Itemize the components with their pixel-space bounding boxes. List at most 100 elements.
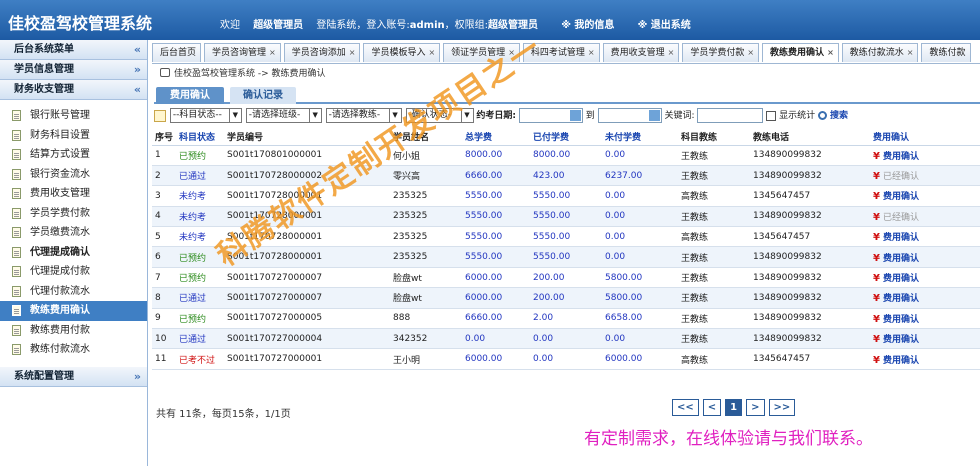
close-icon[interactable]: × [588,48,595,57]
tab-consult-manage[interactable]: 学员咨询管理 × [204,43,281,62]
confirm-fee-link[interactable]: 费用确认 [883,356,919,366]
logout-link[interactable]: ※ 退出系统 [638,20,691,31]
page-summary: 共有 11条，每页15条，1/1页 [156,409,291,420]
last-page-button[interactable]: >> [768,399,796,416]
exam-date-label: 约考日期: [476,111,516,121]
cell-unpaid: 0.00 [602,185,678,207]
close-icon[interactable]: × [668,48,675,57]
close-icon[interactable]: × [428,48,435,57]
search-icon[interactable] [818,111,828,120]
sidebar-item-expense[interactable]: 费用收支管理 [0,184,147,204]
sidebar-item-bank-flow[interactable]: 银行资金流水 [0,165,147,185]
tab-tuition-pay[interactable]: 学员学费付款 × [682,43,760,62]
tab-home[interactable]: 后台首页 [152,43,202,62]
tab-consult-add[interactable]: 学员咨询添加 × [283,43,361,62]
calendar-icon[interactable] [569,110,581,121]
sidebar-item-settlement[interactable]: 结算方式设置 [0,145,147,165]
tab-coach-confirm[interactable]: 教练费用确认 × [762,43,839,62]
sidebar-header-student[interactable]: 学员信息管理» [0,60,147,80]
confirm-fee-link[interactable]: 费用确认 [883,315,919,325]
sidebar-header-config[interactable]: 系统配置管理» [0,366,147,387]
cell-id: S001t170727000007 [224,287,390,309]
table-row[interactable]: 7 已预约 S001t170727000007 脸盘wt 6000.00 200.00 58… [152,267,980,289]
close-icon[interactable]: × [827,48,834,57]
cell-no: 5 [152,226,176,248]
tab-coach-pay[interactable]: 教练付款 [921,43,971,62]
sidebar-header-main[interactable]: 后台系统菜单 « [0,40,147,60]
confirm-fee-link[interactable]: 费用确认 [883,233,919,243]
perm-text: ，权限组: [444,20,488,31]
chevron-down-icon[interactable]: » [134,367,141,387]
table-row[interactable]: 9 已预约 S001t170727000005 888 6660.00 2.00 6658.… [152,308,980,330]
confirm-fee-link[interactable]: 费用确认 [883,152,919,162]
sidebar-item-coach-flow[interactable]: 教练付款流水 [0,340,147,360]
cell-name: 脸盘wt [390,287,462,309]
document-icon [12,246,21,258]
chevron-down-icon[interactable]: » [134,60,141,80]
close-icon[interactable]: × [747,48,754,57]
table-row[interactable]: 1 已预约 S001t170801000001 何小姐 8000.00 8000.00 0.… [152,145,980,166]
my-info-link[interactable]: ※ 我的信息 [561,20,614,31]
sidebar-header-finance[interactable]: 财务收支管理 « [0,80,147,100]
document-icon [12,344,21,355]
sidebar-item-finance-subject[interactable]: 财务科目设置 [0,126,147,146]
cell-phone: 1345647457 [750,348,870,370]
table-row[interactable]: 6 已预约 S001t170728000001 235325 5550.00 5550.0… [152,246,980,268]
cell-id: S001t170727000007 [224,267,390,289]
cell-name: 脸盘wt [390,267,462,289]
date-to-input[interactable] [597,108,662,123]
prev-page-button[interactable]: < [702,399,722,416]
calendar-icon[interactable] [648,110,660,121]
cell-name: 王小明 [390,348,462,370]
cell-unpaid: 0.00 [602,246,678,268]
sidebar-item-coach-pay[interactable]: 教练费用付款 [0,321,147,341]
chevron-up-icon[interactable]: « [134,80,141,100]
table-row[interactable]: 2 已通过 S001t170728000002 零兴高 6660.00 423.00 623… [152,165,980,187]
class-select[interactable]: -请选择班级- ▼ [245,108,322,123]
first-page-button[interactable]: << [672,399,699,416]
sidebar-item-coach-confirm[interactable]: 教练费用确认 [0,301,147,321]
date-from-input[interactable] [518,108,583,123]
collapse-icon[interactable]: « [134,40,141,60]
table-row[interactable]: 11 已考不过 S001t170727000001 王小明 6000.00 0.00 600… [152,348,980,370]
sidebar-item-tuition-flow[interactable]: 学员缴费流水 [0,223,147,243]
close-icon[interactable]: × [349,48,356,57]
close-icon[interactable]: × [269,48,276,57]
cell-no: 2 [152,165,176,187]
confirm-fee-link[interactable]: 费用确认 [883,274,919,284]
table-row[interactable]: 8 已通过 S001t170727000007 脸盘wt 6000.00 200.00 58… [152,287,980,309]
document-icon [12,227,21,238]
confirm-fee-link[interactable]: 费用确认 [883,335,919,345]
close-icon[interactable]: × [907,48,914,57]
sidebar-item-tuition-pay[interactable]: 学员学费付款 [0,204,147,224]
subject-state-select[interactable]: --科目状态-- ▼ [169,108,242,123]
confirm-fee-link[interactable]: 费用确认 [883,294,919,304]
current-page-button[interactable]: 1 [725,399,743,416]
subtab-confirm[interactable]: 费用确认 [156,87,224,104]
tab-template-import[interactable]: 学员模板导入 × [363,43,441,62]
document-icon [12,149,21,160]
cell-coach: 王教练 [678,165,750,187]
cell-total: 5550.00 [462,206,530,228]
cell-phone: 1345647457 [750,226,870,248]
sidebar-item-agent-confirm[interactable]: 代理提成确认 [0,243,147,263]
confirm-fee-link[interactable]: 费用确认 [883,192,919,202]
show-stats-checkbox[interactable] [766,110,777,121]
confirm-fee-link[interactable]: 费用确认 [883,254,919,264]
subtab-records[interactable]: 确认记录 [230,87,296,104]
cell-confirm: ¥ 费用确认 [870,308,980,330]
tab-expense[interactable]: 费用收支管理 × [602,43,680,62]
cell-name: 235325 [390,226,462,248]
cell-id: S001t170727000005 [224,308,390,330]
next-page-button[interactable]: > [746,399,765,416]
sidebar-item-bank-account[interactable]: 银行账号管理 [0,106,147,126]
cell-no: 4 [152,206,176,228]
cell-name: 888 [390,308,462,330]
table-row[interactable]: 10 已通过 S001t170727000004 342352 0.00 0.00 0.00… [152,328,980,350]
sidebar-item-agent-pay[interactable]: 代理提成付款 [0,262,147,282]
yen-icon: ¥ [873,293,880,305]
keyword-input[interactable] [697,108,764,123]
search-button[interactable]: 搜索 [830,111,848,121]
tab-coach-flow[interactable]: 教练付款流水 × [841,43,919,62]
sidebar-item-agent-flow[interactable]: 代理付款流水 [0,282,147,302]
